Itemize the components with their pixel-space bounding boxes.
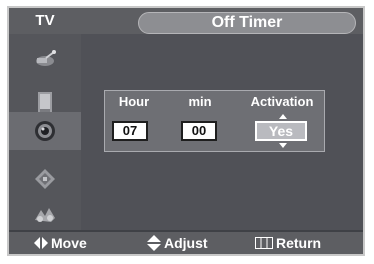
up-down-arrows-icon — [147, 235, 161, 251]
setup-icon — [35, 208, 55, 222]
antenna-icon — [36, 50, 56, 66]
footer-move-hint: Move — [34, 232, 87, 254]
left-right-arrows-icon — [34, 237, 48, 249]
hour-field[interactable]: 07 — [112, 121, 148, 141]
return-label: Return — [276, 235, 322, 251]
hour-column-label: Hour — [118, 94, 150, 109]
footer-return-hint: Return — [255, 232, 321, 254]
activation-field[interactable]: Yes — [255, 121, 307, 141]
footer-adjust-hint: Adjust — [147, 232, 208, 254]
min-field[interactable]: 00 — [181, 121, 217, 141]
sidebar-item-input[interactable] — [9, 40, 81, 78]
return-icon — [255, 237, 273, 249]
move-label: Move — [51, 235, 87, 251]
min-column-label: min — [188, 94, 212, 109]
sidebar-item-setup[interactable] — [9, 196, 81, 234]
sound-icon — [35, 121, 55, 141]
menu-title: Off Timer — [138, 12, 356, 34]
channel-icon — [35, 169, 55, 189]
sidebar-item-channel[interactable] — [9, 160, 81, 198]
activation-up-arrow-icon[interactable] — [279, 114, 287, 119]
source-label: TV — [35, 12, 55, 29]
tv-osd-screen: TV Off Timer Hour min Activation 07 00 Y… — [0, 0, 374, 264]
sidebar-item-sound[interactable] — [9, 112, 81, 150]
activation-column-label: Activation — [250, 94, 314, 109]
activation-down-arrow-icon[interactable] — [279, 143, 287, 148]
adjust-label: Adjust — [164, 235, 208, 251]
